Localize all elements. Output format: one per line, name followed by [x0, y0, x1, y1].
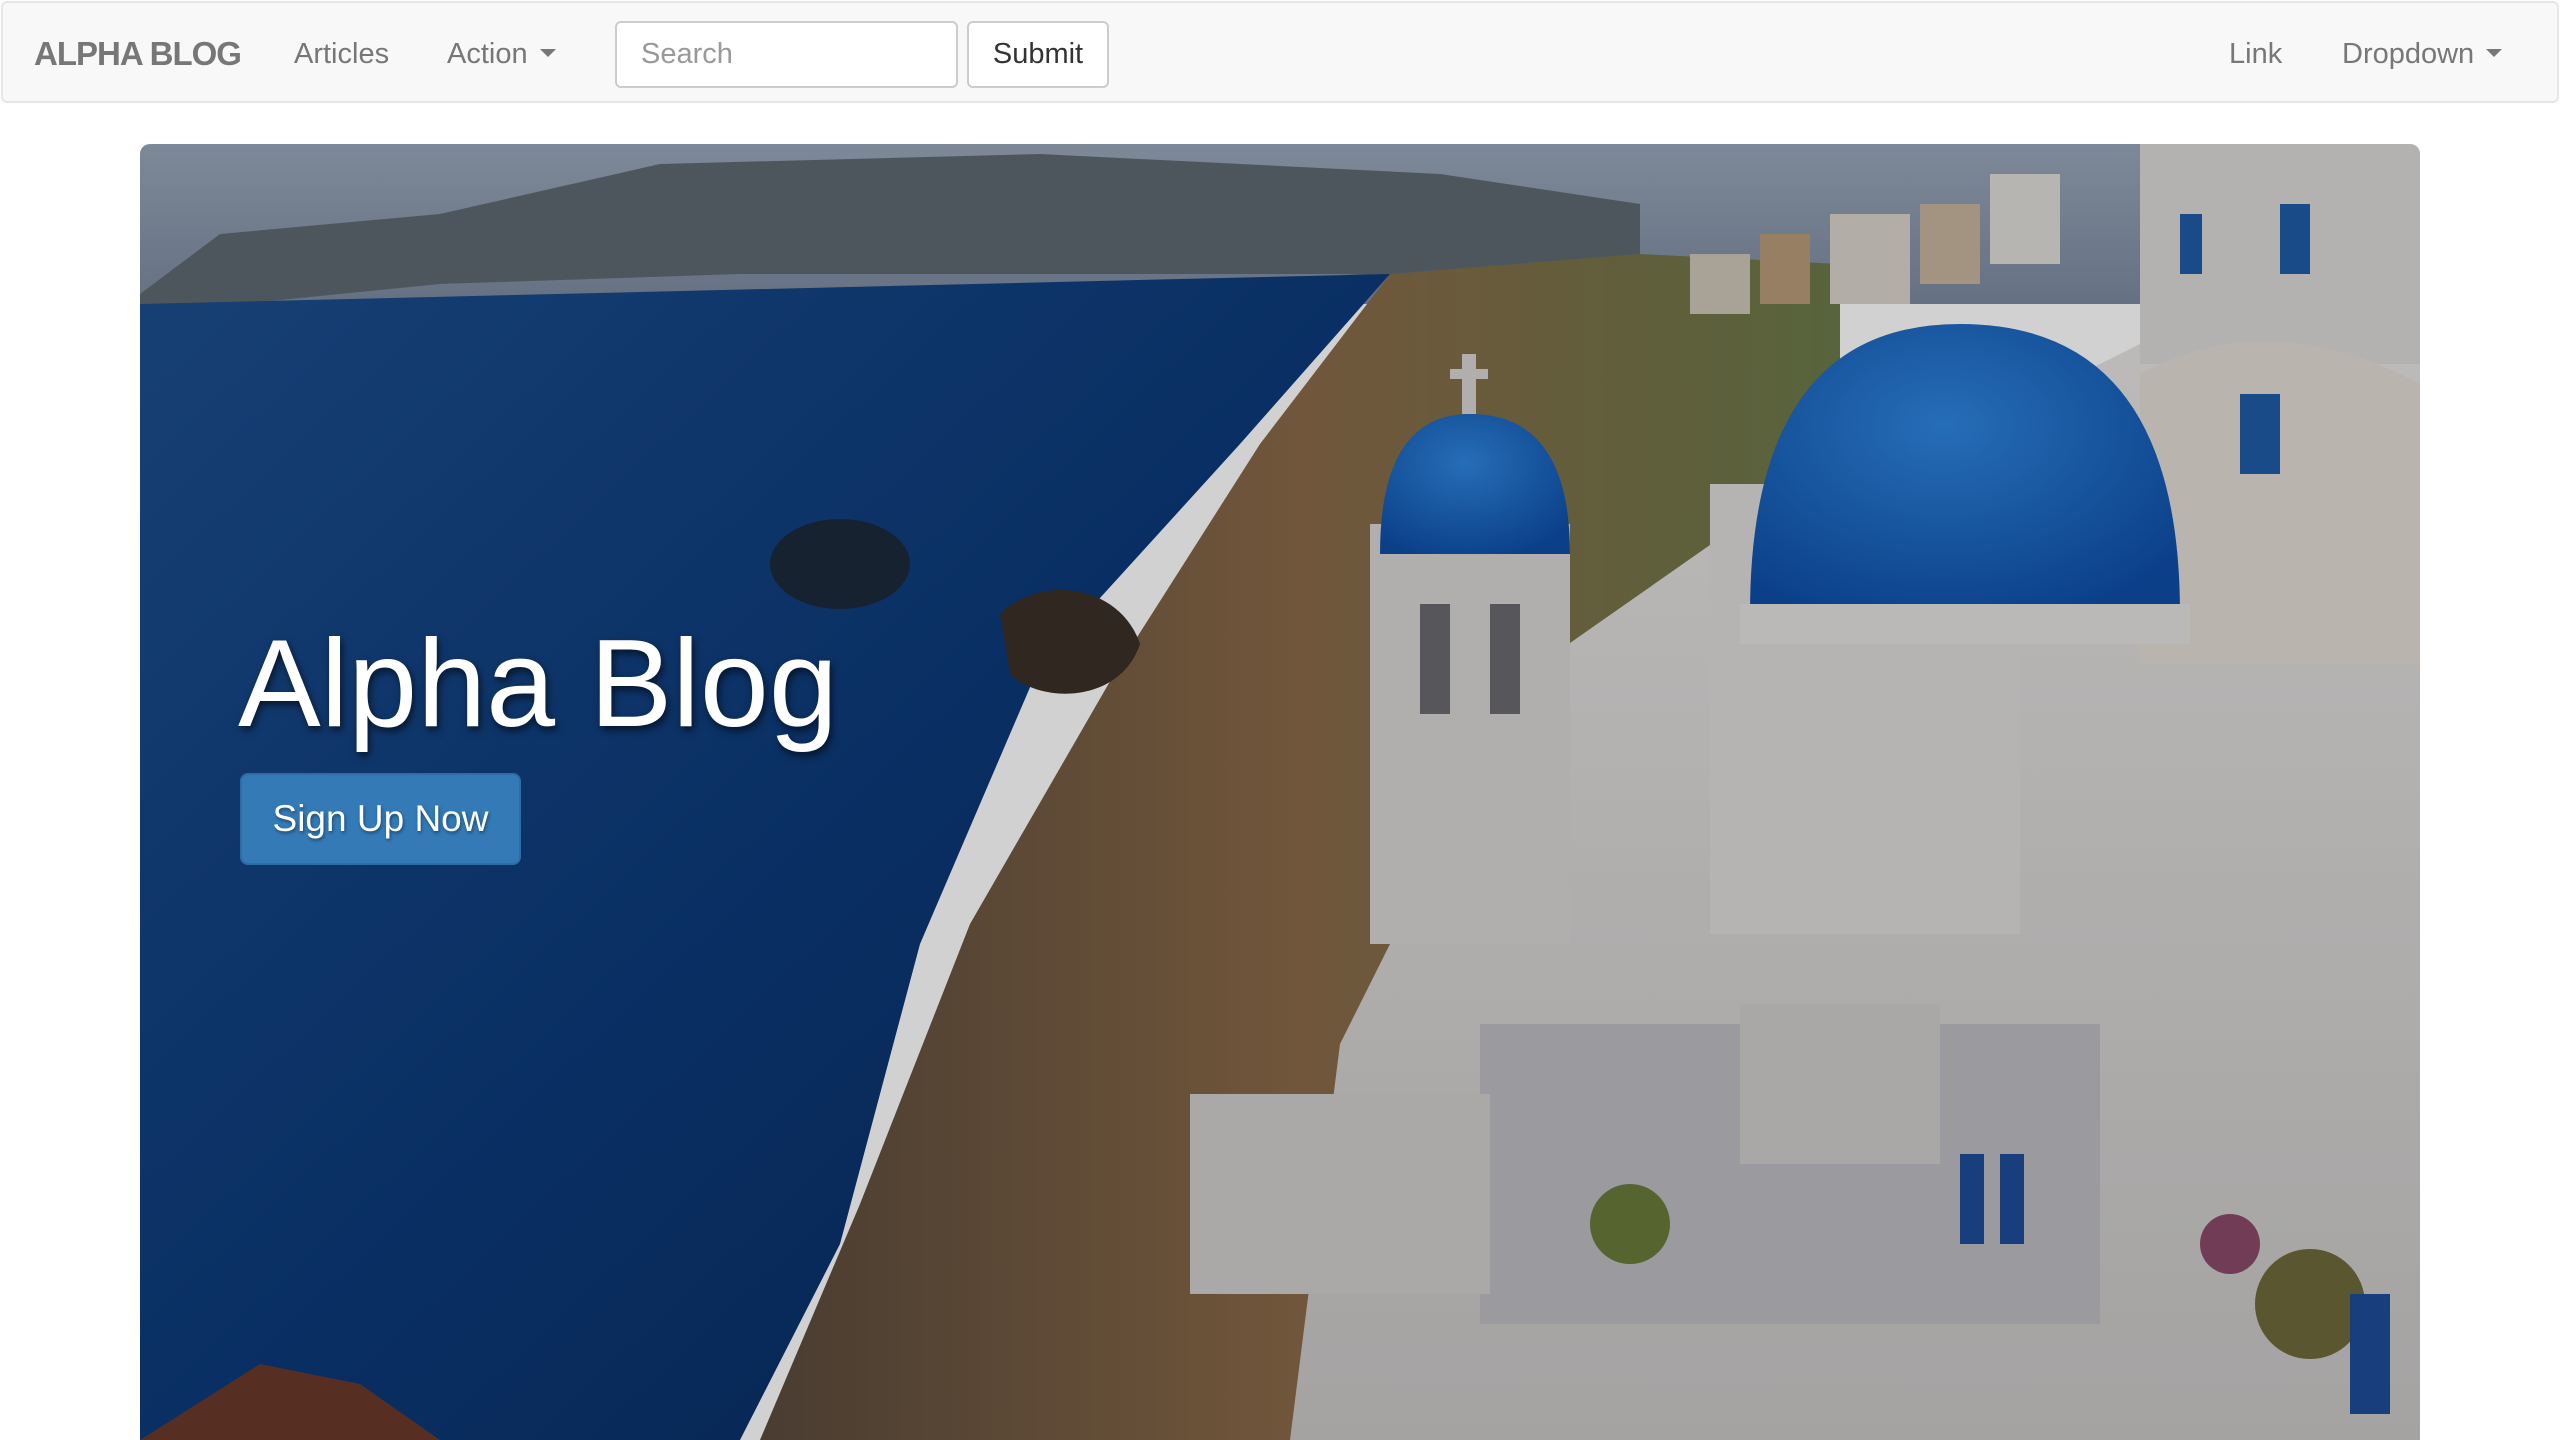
- hero-jumbotron: Alpha Blog Sign Up Now: [140, 144, 2420, 1440]
- nav-item-articles-label: Articles: [294, 38, 390, 70]
- submit-button[interactable]: Submit: [967, 21, 1109, 88]
- nav-item-link[interactable]: Link: [2229, 37, 2282, 71]
- nav-item-dropdown[interactable]: Dropdown: [2342, 37, 2503, 71]
- nav-item-action-dropdown[interactable]: Action: [447, 37, 556, 71]
- nav-item-link-label: Link: [2229, 38, 2283, 70]
- nav-item-articles[interactable]: Articles: [294, 37, 389, 71]
- caret-down-icon: [2486, 49, 2503, 58]
- hero-title: Alpha Blog: [238, 615, 838, 753]
- nav-item-dropdown-label: Dropdown: [2342, 38, 2475, 70]
- navbar: ALPHA BLOG Articles Action Submit Link D…: [1, 1, 2559, 103]
- caret-down-icon: [539, 49, 556, 58]
- nav-item-action-label: Action: [447, 38, 528, 70]
- brand-logo[interactable]: ALPHA BLOG: [34, 35, 242, 73]
- sign-up-button[interactable]: Sign Up Now: [240, 773, 521, 865]
- search-input[interactable]: [615, 21, 958, 88]
